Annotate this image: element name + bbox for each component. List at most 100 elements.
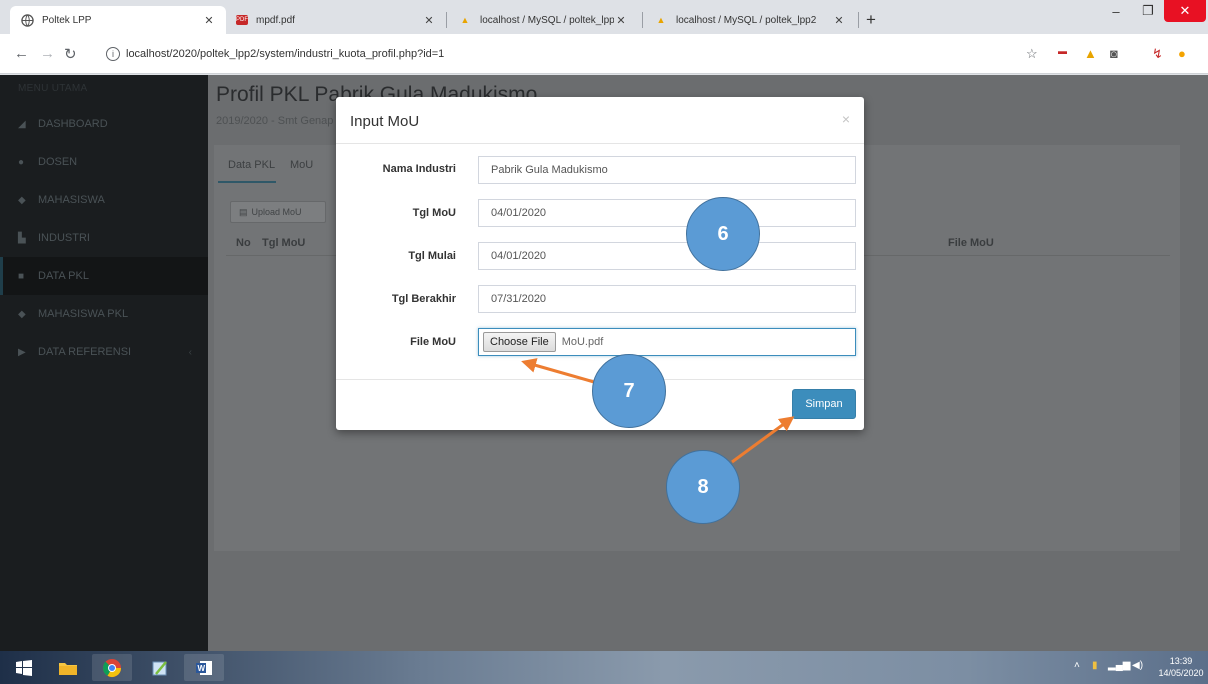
callout-7: 7 <box>592 354 666 428</box>
folder-icon: ▶ <box>18 346 26 358</box>
tab-title: localhost / MySQL / poltek_lpp2 <box>676 14 817 26</box>
pdf-icon: PDF <box>236 15 248 25</box>
window-controls: – ❐ ✕ <box>1100 0 1206 24</box>
active-tab-indicator <box>218 181 276 183</box>
callout-6: 6 <box>686 197 760 271</box>
column-header-tgl-mou: Tgl MoU <box>262 237 306 249</box>
svg-text:W: W <box>198 664 206 673</box>
tgl-mou-field[interactable]: 04/01/2020 <box>478 199 856 227</box>
extension-icon[interactable]: ↯ <box>1152 46 1163 62</box>
notepad-icon[interactable] <box>140 654 180 681</box>
nama-industri-field[interactable]: Pabrik Gula Madukismo <box>478 156 856 184</box>
battery-icon[interactable]: ▮ <box>1092 660 1098 671</box>
sidebar-item-data-pkl[interactable]: ■ DATA PKL <box>0 257 208 295</box>
tab-data-pkl[interactable]: Data PKL <box>228 159 275 171</box>
tgl-mulai-label: Tgl Mulai <box>408 250 456 262</box>
tachometer-icon: ◢ <box>18 118 26 130</box>
word-icon[interactable]: W <box>184 654 224 681</box>
tab-separator <box>858 12 859 28</box>
new-tab-button[interactable]: + <box>866 10 876 30</box>
sidebar-item-label: DATA PKL <box>38 270 89 282</box>
sidebar-item-label: MAHASISWA PKL <box>38 308 129 320</box>
sidebar-item-mahasiswa[interactable]: ◆ MAHASISWA <box>0 181 208 219</box>
tab-separator <box>446 12 447 28</box>
file-icon: ▤ <box>239 206 248 217</box>
simpan-button[interactable]: Simpan <box>792 389 856 419</box>
sidebar-item-label: DATA REFERENSI <box>38 346 132 358</box>
tab-mou[interactable]: MoU <box>290 159 313 171</box>
industry-icon: ▙ <box>18 232 26 244</box>
sidebar-item-industri[interactable]: ▙ INDUSTRI <box>0 219 208 257</box>
update-icon[interactable]: ● <box>1178 46 1186 61</box>
minimize-icon[interactable]: – <box>1100 0 1132 22</box>
sidebar-item-label: INDUSTRI <box>38 232 90 244</box>
file-mou-input: Choose File MoU.pdf <box>478 328 856 356</box>
clock-time: 13:39 <box>1169 656 1193 666</box>
window-close-icon[interactable]: ✕ <box>1164 0 1206 22</box>
info-icon[interactable]: i <box>106 47 120 61</box>
upload-mou-button[interactable]: ▤ Upload MoU <box>230 201 326 223</box>
tgl-mulai-field[interactable]: 04/01/2020 <box>478 242 856 270</box>
column-header-no: No <box>236 237 251 249</box>
sidebar: MENU UTAMA ◢ DASHBOARD ● DOSEN ◆ MAHASIS… <box>0 75 208 651</box>
sidebar-item-data-referensi[interactable]: ▶ DATA REFERENSI ‹ <box>0 333 208 371</box>
sidebar-header: MENU UTAMA <box>18 83 88 94</box>
browser-tab[interactable]: ▲ localhost / MySQL / poltek_lpp2 ✕ <box>644 6 856 34</box>
sidebar-item-label: DOSEN <box>38 156 78 168</box>
chevron-left-icon: ‹ <box>188 346 192 358</box>
phpmyadmin-icon: ▲ <box>460 15 470 25</box>
sidebar-item-label: DASHBOARD <box>38 118 108 130</box>
file-name: MoU.pdf <box>561 336 604 348</box>
pdf-extension-icon[interactable]: ▬ <box>1058 46 1067 56</box>
tab-separator <box>642 12 643 28</box>
signal-icon[interactable]: ▂▄▆ <box>1108 660 1130 671</box>
upload-mou-label: Upload MoU <box>251 207 302 217</box>
book-icon: ■ <box>18 270 25 282</box>
close-icon[interactable]: ✕ <box>614 14 628 27</box>
sidebar-item-dashboard[interactable]: ◢ DASHBOARD <box>0 105 208 143</box>
users-icon: ◆ <box>18 308 26 320</box>
users-icon: ◆ <box>18 194 26 206</box>
browser-tab[interactable]: PDF mpdf.pdf ✕ <box>226 6 446 34</box>
modal-close-icon[interactable]: × <box>842 111 850 127</box>
back-icon[interactable]: ← <box>14 45 29 62</box>
profile-extension-icon[interactable]: ◙ <box>1110 46 1118 61</box>
tab-title: Poltek LPP <box>42 14 92 26</box>
chrome-icon[interactable] <box>92 654 132 681</box>
user-icon: ● <box>18 156 25 168</box>
browser-tab[interactable]: Poltek LPP ✕ <box>10 6 226 34</box>
close-icon[interactable]: ✕ <box>832 14 846 27</box>
sidebar-item-mahasiswa-pkl[interactable]: ◆ MAHASISWA PKL <box>0 295 208 333</box>
xampp-extension-icon[interactable]: ▲ <box>1084 46 1097 61</box>
modal-header-divider <box>336 143 864 144</box>
volume-icon[interactable]: ◀) <box>1132 660 1143 671</box>
taskbar-clock[interactable]: 13:39 14/05/2020 <box>1158 655 1204 679</box>
address-bar: ← → ↻ i localhost/2020/poltek_lpp2/syste… <box>0 34 1208 74</box>
clock-date: 14/05/2020 <box>1158 668 1204 678</box>
globe-icon <box>20 13 34 27</box>
windows-start-icon[interactable] <box>4 654 44 681</box>
nama-industri-label: Nama Industri <box>382 163 456 175</box>
close-icon[interactable]: ✕ <box>202 14 216 27</box>
file-mou-label: File MoU <box>410 336 456 348</box>
tab-title: localhost / MySQL / poltek_lpp2 <box>480 14 614 26</box>
close-icon[interactable]: ✕ <box>422 14 436 27</box>
forward-icon[interactable]: → <box>40 45 55 62</box>
choose-file-button[interactable]: Choose File <box>483 332 556 352</box>
url-field[interactable]: i localhost/2020/poltek_lpp2/system/indu… <box>106 42 976 66</box>
file-explorer-icon[interactable] <box>48 654 88 681</box>
tgl-berakhir-label: Tgl Berakhir <box>391 293 456 305</box>
modal-title: Input MoU <box>350 113 420 130</box>
reload-icon[interactable]: ↻ <box>64 45 77 63</box>
url-text: localhost/2020/poltek_lpp2/system/indust… <box>126 48 445 60</box>
phpmyadmin-icon: ▲ <box>656 15 666 25</box>
browser-tab[interactable]: ▲ localhost / MySQL / poltek_lpp2 ✕ <box>448 6 638 34</box>
tgl-berakhir-field[interactable]: 07/31/2020 <box>478 285 856 313</box>
column-header-file-mou: File MoU <box>948 237 994 249</box>
tray-chevron-icon[interactable]: ˄ <box>1074 660 1080 671</box>
browser-tab-bar: Poltek LPP ✕ PDF mpdf.pdf ✕ ▲ localhost … <box>0 0 1208 34</box>
bookmark-star-icon[interactable]: ☆ <box>1026 46 1038 62</box>
tab-title: mpdf.pdf <box>256 14 295 26</box>
maximize-icon[interactable]: ❐ <box>1132 0 1164 22</box>
sidebar-item-dosen[interactable]: ● DOSEN <box>0 143 208 181</box>
